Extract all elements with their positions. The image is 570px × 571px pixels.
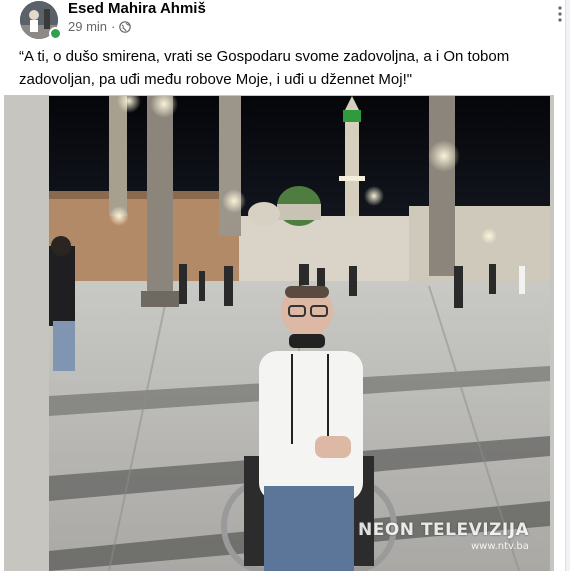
globe-icon — [119, 20, 132, 33]
post-meta: 29 min · — [68, 19, 132, 34]
author-name[interactable]: Esed Mahira Ahmiš — [68, 0, 206, 17]
photo-image — [49, 96, 550, 571]
more-dots-icon[interactable] — [558, 6, 562, 27]
feed-post: Esed Mahira Ahmiš 29 min · “A ti, o dušo… — [0, 0, 566, 571]
post-time[interactable]: 29 min — [68, 19, 107, 34]
post-header: Esed Mahira Ahmiš 29 min · — [14, 0, 562, 40]
online-status-dot — [49, 27, 62, 40]
meta-separator: · — [111, 19, 116, 34]
post-photo[interactable]: NEON TELEVIZIJA www.ntv.ba — [49, 96, 550, 571]
post-text: “A ti, o dušo smirena, vrati se Gospodar… — [19, 48, 510, 88]
watermark-url: www.ntv.ba — [471, 541, 529, 552]
watermark-text: NEON TELEVIZIJA — [358, 520, 530, 540]
